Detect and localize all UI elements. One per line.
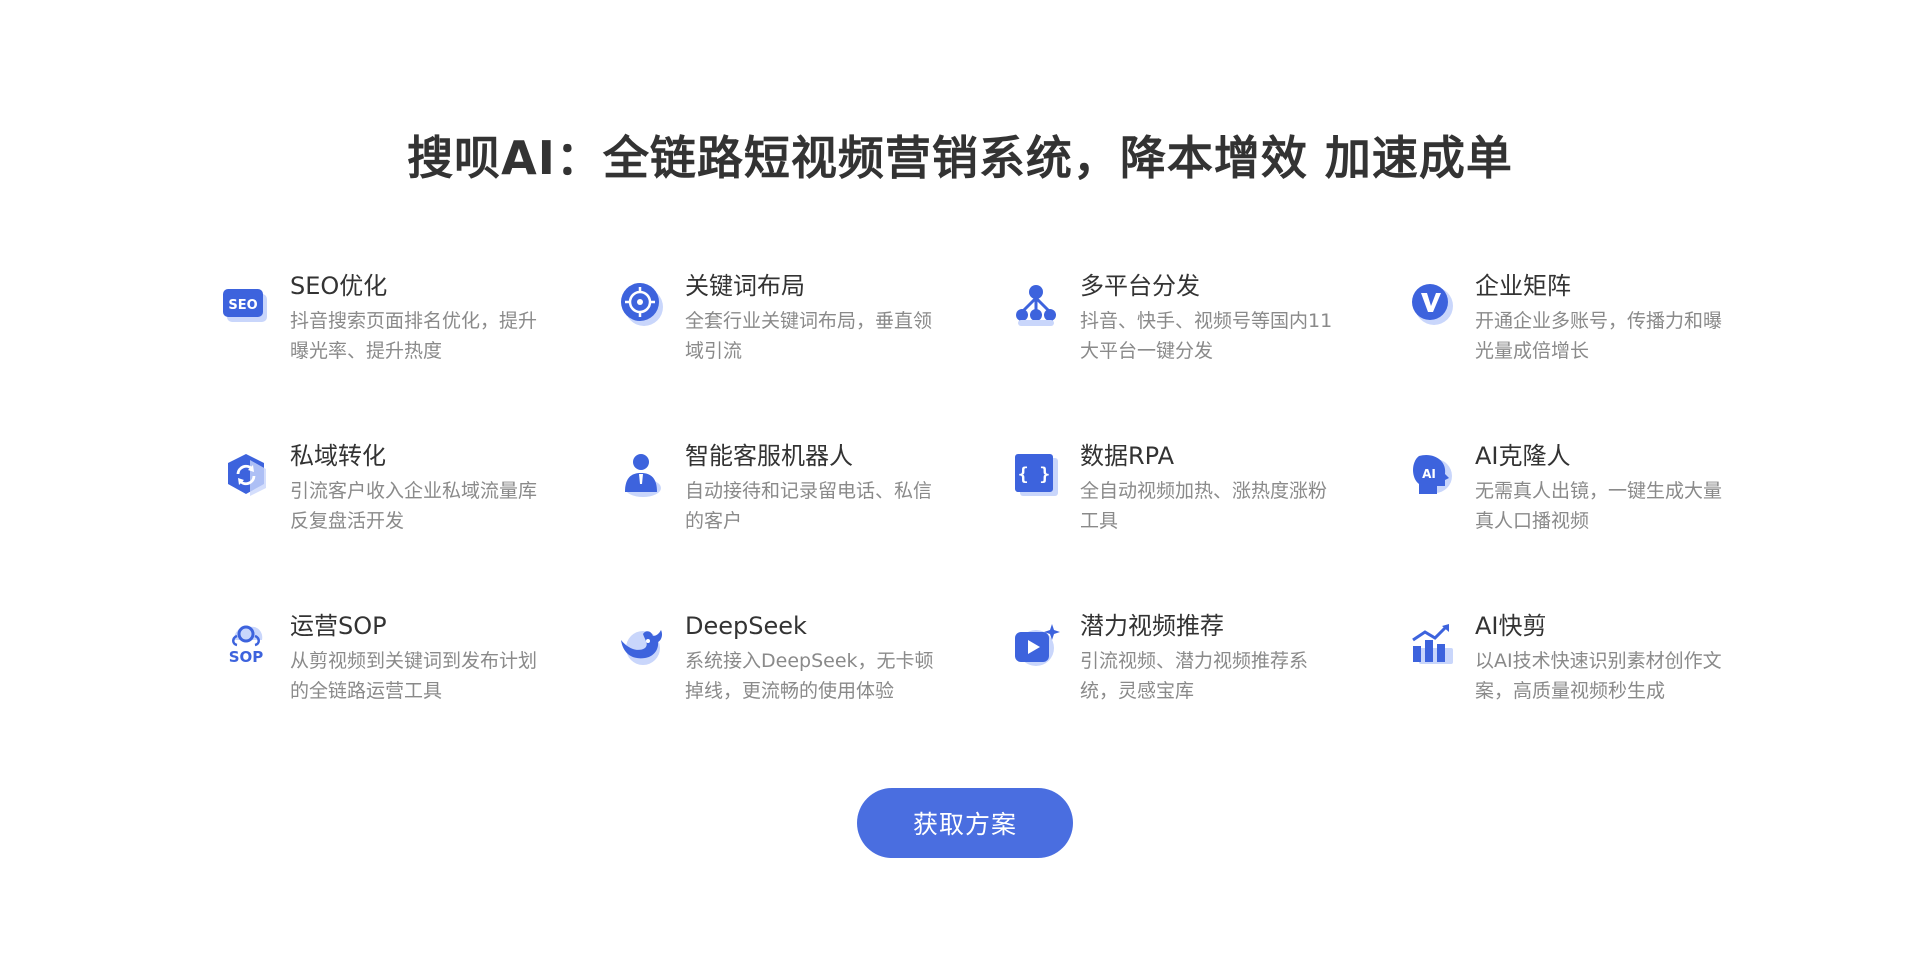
page: 搜呗AI：全链路短视频营销系统，降本增效 加速成单 SEO SEO优化 抖音搜索… — [0, 0, 1920, 973]
svg-text:AI: AI — [1422, 467, 1436, 481]
feature-card-ai-quick-edit: AI快剪 以AI技术快速识别素材创作文案，高质量视频秒生成 — [1405, 610, 1800, 780]
v-badge-icon — [1405, 278, 1457, 330]
feature-card-data-rpa: { } 数据RPA 全自动视频加热、涨热度涨粉工具 — [1010, 440, 1405, 610]
whale-icon — [615, 618, 667, 670]
target-icon — [615, 278, 667, 330]
feature-title: 企业矩阵 — [1475, 272, 1571, 300]
feature-title: 运营SOP — [290, 612, 387, 640]
svg-text:SEO: SEO — [228, 298, 257, 313]
code-braces-icon: { } — [1010, 448, 1062, 500]
feature-card-multi-platform: 多平台分发 抖音、快手、视频号等国内11大平台一键分发 — [1010, 270, 1405, 440]
page-title: 搜呗AI：全链路短视频营销系统，降本增效 加速成单 — [407, 131, 1513, 185]
feature-title: 潜力视频推荐 — [1080, 612, 1224, 640]
feature-title: AI快剪 — [1475, 612, 1547, 640]
cube-refresh-icon — [220, 448, 272, 500]
get-solution-button[interactable]: 获取方案 — [857, 788, 1073, 858]
feature-desc: 系统接入DeepSeek，无卡顿掉线，更流畅的使用体验 — [685, 650, 934, 702]
feature-desc: 无需真人出镜，一键生成大量真人口播视频 — [1475, 480, 1723, 532]
network-icon — [1010, 278, 1062, 330]
feature-title: SEO优化 — [290, 272, 388, 300]
feature-card-private-domain: 私域转化 引流客户收入企业私域流量库反复盘活开发 — [220, 440, 615, 610]
feature-card-keyword: 关键词布局 全套行业关键词布局，垂直领域引流 — [615, 270, 1010, 440]
feature-desc: 抖音、快手、视频号等国内11大平台一键分发 — [1080, 310, 1333, 362]
feature-card-customer-service: 智能客服机器人 自动接待和记录留电话、私信的客户 — [615, 440, 1010, 610]
feature-title: 私域转化 — [290, 442, 386, 470]
feature-desc: 从剪视频到关键词到发布计划的全链路运营工具 — [290, 650, 538, 702]
ai-head-icon: AI — [1405, 448, 1457, 500]
sop-icon: SOP — [220, 618, 272, 670]
seo-icon: SEO — [220, 278, 272, 330]
feature-card-ai-clone: AI AI克隆人 无需真人出镜，一键生成大量真人口播视频 — [1405, 440, 1800, 610]
bar-chart-icon — [1405, 618, 1457, 670]
customer-service-icon — [615, 448, 667, 500]
feature-desc: 全套行业关键词布局，垂直领域引流 — [685, 310, 933, 362]
feature-desc: 以AI技术快速识别素材创作文案，高质量视频秒生成 — [1475, 650, 1722, 702]
feature-desc: 自动接待和记录留电话、私信的客户 — [685, 480, 933, 532]
feature-title: 智能客服机器人 — [685, 442, 853, 470]
feature-card-sop: SOP 运营SOP 从剪视频到关键词到发布计划的全链路运营工具 — [220, 610, 615, 780]
video-play-icon — [1010, 618, 1062, 670]
feature-title: 关键词布局 — [685, 272, 805, 300]
feature-desc: 引流客户收入企业私域流量库反复盘活开发 — [290, 480, 538, 532]
feature-grid: SEO SEO优化 抖音搜索页面排名优化，提升曝光率、提升热度 关键词布局 全套… — [220, 270, 1740, 780]
feature-desc: 开通企业多账号，传播力和曝光量成倍增长 — [1475, 310, 1723, 362]
feature-title: AI克隆人 — [1475, 442, 1571, 470]
feature-title: DeepSeek — [685, 612, 807, 640]
feature-card-seo: SEO SEO优化 抖音搜索页面排名优化，提升曝光率、提升热度 — [220, 270, 615, 440]
feature-desc: 全自动视频加热、涨热度涨粉工具 — [1080, 480, 1328, 532]
feature-card-deepseek: DeepSeek 系统接入DeepSeek，无卡顿掉线，更流畅的使用体验 — [615, 610, 1010, 780]
svg-text:{ }: { } — [1018, 464, 1051, 485]
feature-title: 多平台分发 — [1080, 272, 1200, 300]
feature-card-enterprise-matrix: 企业矩阵 开通企业多账号，传播力和曝光量成倍增长 — [1405, 270, 1800, 440]
feature-desc: 抖音搜索页面排名优化，提升曝光率、提升热度 — [290, 310, 538, 362]
feature-desc: 引流视频、潜力视频推荐系统，灵感宝库 — [1080, 650, 1309, 702]
feature-title: 数据RPA — [1080, 442, 1175, 470]
svg-text:SOP: SOP — [229, 648, 264, 666]
feature-card-potential-video: 潜力视频推荐 引流视频、潜力视频推荐系统，灵感宝库 — [1010, 610, 1405, 780]
